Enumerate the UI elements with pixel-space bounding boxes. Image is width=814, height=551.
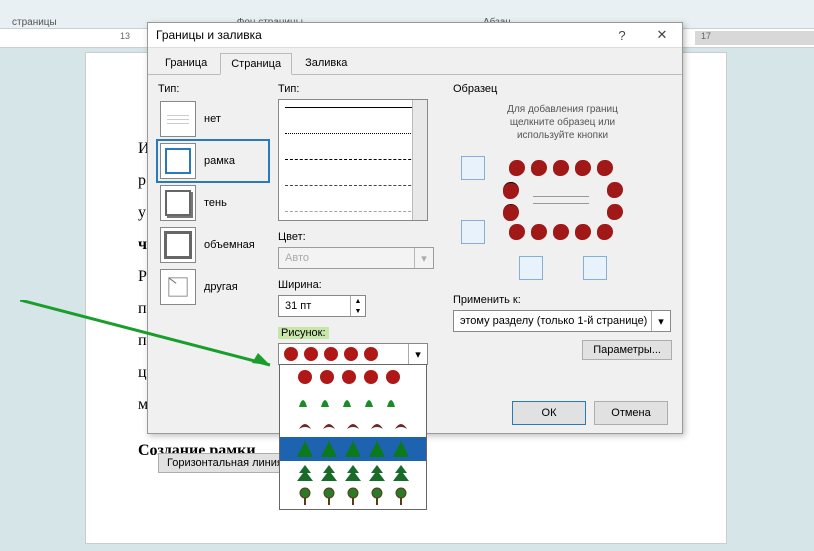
tab-border[interactable]: Граница: [154, 52, 218, 74]
none-icon: [160, 101, 196, 137]
line-style-label: Тип:: [278, 83, 443, 95]
width-label: Ширина:: [278, 279, 443, 291]
setting-box[interactable]: рамка: [158, 141, 268, 181]
threeD-icon: [160, 227, 196, 263]
border-left-toggle[interactable]: [519, 256, 543, 280]
shadow-icon: [160, 185, 196, 221]
preview-label: Образец: [453, 83, 672, 95]
art-combo[interactable]: ▾: [278, 343, 428, 365]
help-button[interactable]: ?: [602, 23, 642, 47]
setting-shadow[interactable]: тень: [158, 183, 268, 223]
chevron-down-icon: ▾: [414, 248, 433, 268]
dialog-title: Границы и заливка: [156, 28, 602, 42]
options-button[interactable]: Параметры...: [582, 340, 672, 360]
ribbon-group-label: страницы: [12, 17, 57, 28]
art-dropdown-list: [279, 364, 427, 510]
art-option-palms[interactable]: [280, 485, 426, 509]
apply-to-label: Применить к:: [453, 294, 672, 306]
custom-icon: [160, 269, 196, 305]
spin-up[interactable]: ▲: [351, 296, 365, 306]
art-label: Рисунок:: [278, 327, 329, 339]
art-option-pines[interactable]: [280, 461, 426, 485]
border-right-toggle[interactable]: [583, 256, 607, 280]
cancel-button[interactable]: Отмена: [594, 401, 668, 425]
close-button[interactable]: ✕: [642, 23, 682, 47]
setting-label: Тип:: [158, 83, 268, 95]
borders-shading-dialog: Границы и заливка ? ✕ Граница Страница З…: [147, 22, 683, 434]
setting-3d[interactable]: объемная: [158, 225, 268, 265]
art-selected-swatch: [279, 345, 408, 363]
border-top-toggle[interactable]: [461, 156, 485, 180]
dialog-tabs: Граница Страница Заливка: [148, 48, 682, 75]
art-option-trees-selected[interactable]: [280, 437, 426, 461]
horizontal-line-button[interactable]: Горизонтальная линия: [158, 453, 292, 473]
art-option-birds[interactable]: [280, 413, 426, 437]
art-option-apples[interactable]: [280, 365, 426, 389]
setting-custom[interactable]: другая: [158, 267, 268, 307]
border-bottom-toggle[interactable]: [461, 220, 485, 244]
tab-shading[interactable]: Заливка: [294, 52, 358, 74]
width-spinner[interactable]: 31 пт ▲▼: [278, 295, 366, 317]
apply-to-combo[interactable]: этому разделу (только 1-й странице) ▾: [453, 310, 671, 332]
setting-none[interactable]: нет: [158, 99, 268, 139]
color-combo[interactable]: Авто ▾: [278, 247, 434, 269]
chevron-down-icon: ▾: [651, 311, 670, 331]
art-option-shells[interactable]: [280, 389, 426, 413]
chevron-down-icon: ▾: [408, 344, 427, 364]
color-label: Цвет:: [278, 231, 443, 243]
ok-button[interactable]: ОК: [512, 401, 586, 425]
scrollbar[interactable]: [412, 100, 427, 220]
tab-page[interactable]: Страница: [220, 53, 292, 75]
line-style-list[interactable]: [278, 99, 428, 221]
preview-box[interactable]: [493, 150, 633, 250]
box-icon: [160, 143, 196, 179]
preview-hint: Для добавления границ щелкните образец и…: [473, 103, 652, 142]
spin-down[interactable]: ▼: [351, 306, 365, 316]
